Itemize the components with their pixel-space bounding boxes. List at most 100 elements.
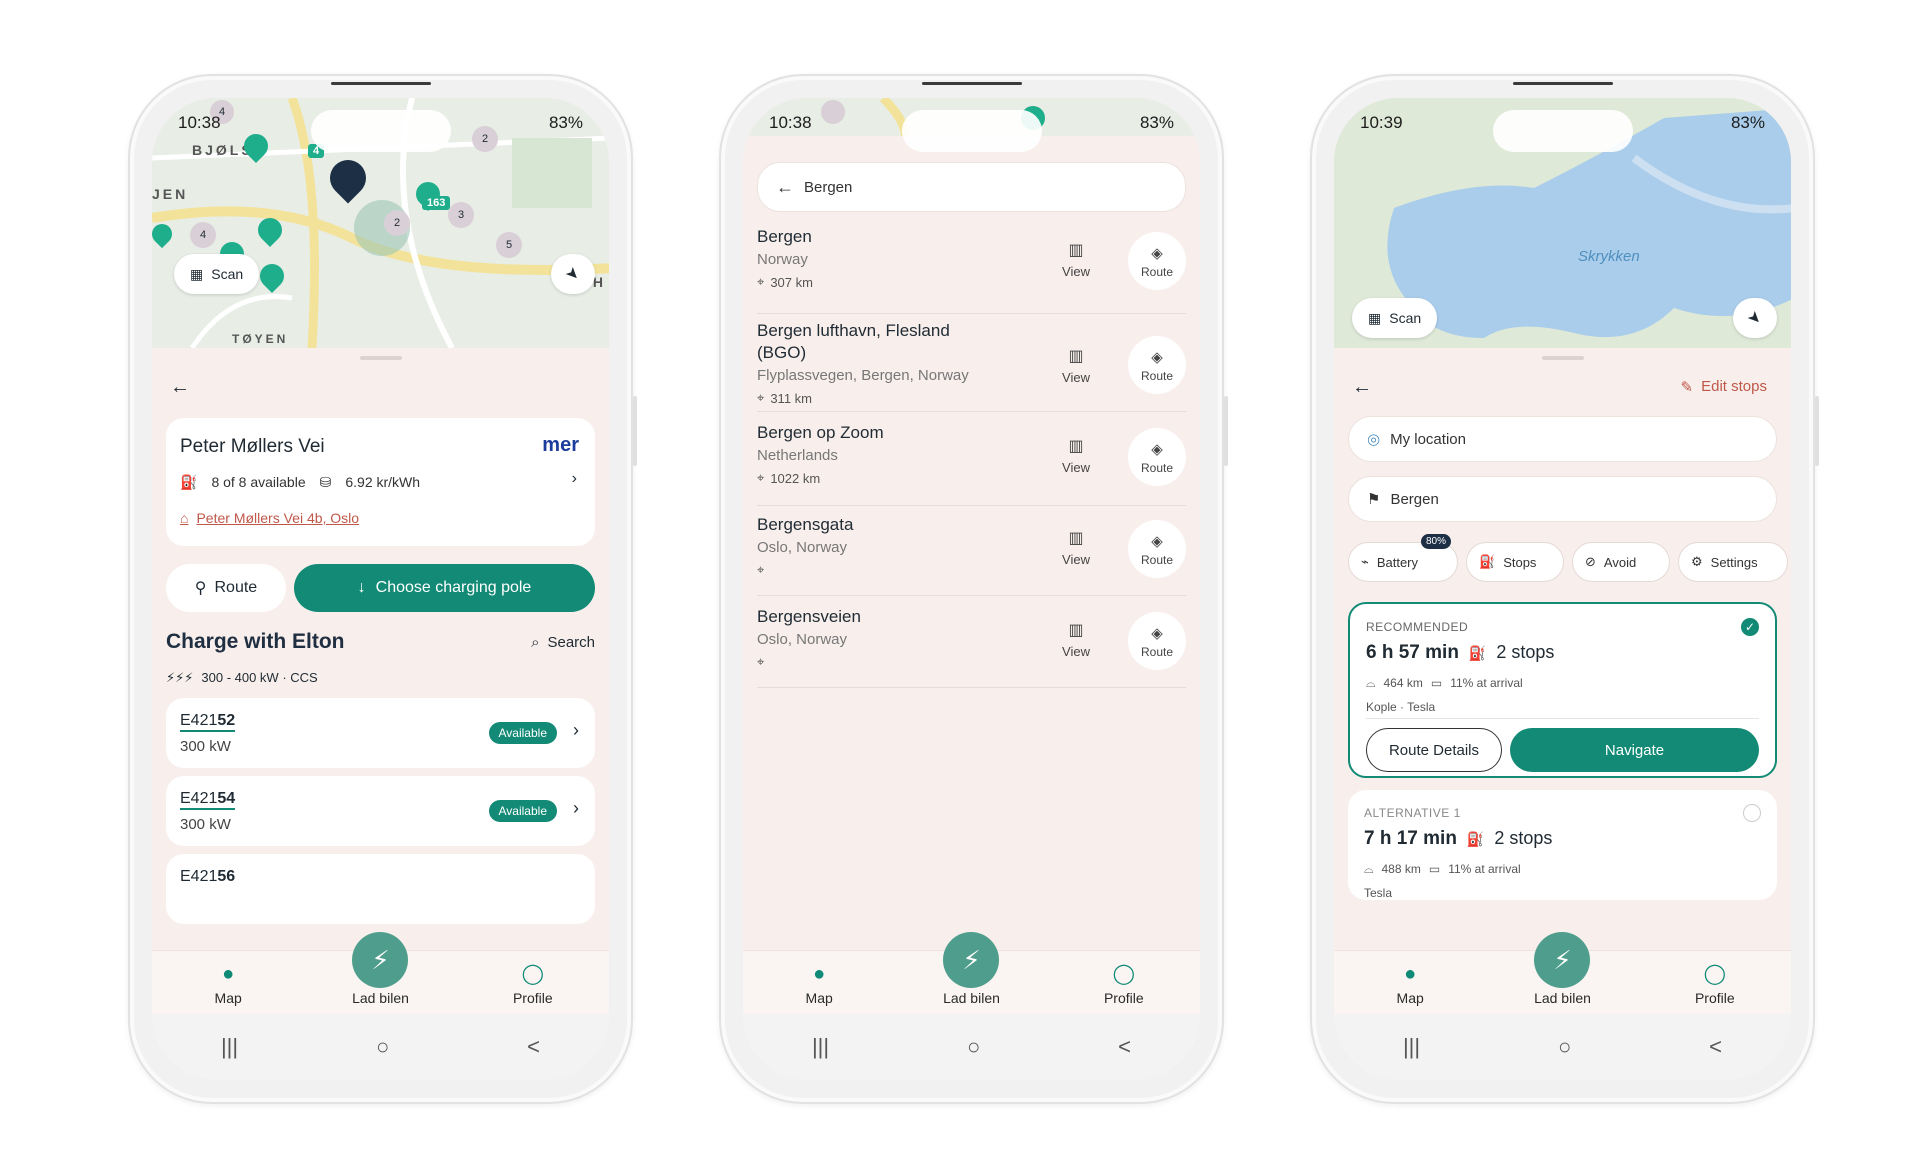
scan-button[interactable]: ▦ Scan bbox=[174, 254, 260, 294]
view-button[interactable]: ▥ View bbox=[1046, 346, 1106, 385]
nav-profile[interactable]: ◯ Profile bbox=[1069, 961, 1179, 1006]
chevron-right-icon[interactable]: › bbox=[573, 798, 579, 819]
home-button[interactable]: ○ bbox=[967, 1034, 980, 1060]
radio-icon[interactable] bbox=[1743, 804, 1761, 822]
scan-button[interactable]: ▦ Scan bbox=[1352, 298, 1438, 338]
edit-stops-button[interactable]: ✎ Edit stops bbox=[1681, 378, 1767, 396]
nav-map-label: Map bbox=[805, 990, 833, 1006]
route-option-recommended[interactable]: RECOMMENDED ✓ 6 h 57 min ⛽ 2 stops ⌓ 464 … bbox=[1348, 602, 1777, 778]
back-arrow-icon[interactable]: ← bbox=[1352, 376, 1372, 399]
avoid-option[interactable]: ⊘ Avoid bbox=[1572, 542, 1670, 582]
back-arrow-icon[interactable]: ← bbox=[776, 177, 794, 198]
nav-profile[interactable]: ◯ Profile bbox=[478, 961, 588, 1006]
map-label-area: TØYEN bbox=[232, 332, 289, 346]
lightning-icon[interactable]: ⚡ bbox=[352, 932, 409, 988]
cluster-marker[interactable]: 2 bbox=[384, 210, 410, 236]
nav-map[interactable]: ● Map bbox=[764, 963, 874, 1006]
back-button[interactable]: < bbox=[1118, 1034, 1131, 1060]
route-label: Route bbox=[1140, 264, 1174, 279]
back-button[interactable]: < bbox=[1709, 1034, 1722, 1060]
nav-lad-bilen[interactable]: ⚡ Lad bilen bbox=[916, 932, 1026, 1006]
recents-button[interactable]: ||| bbox=[1403, 1034, 1420, 1060]
result-subtitle: Oslo, Norway bbox=[757, 539, 848, 556]
home-button[interactable]: ○ bbox=[376, 1034, 389, 1060]
lightning-icon[interactable]: ⚡ bbox=[943, 932, 1000, 988]
route-label: Route bbox=[1140, 552, 1174, 567]
charger-icon: ⛽ bbox=[1468, 645, 1487, 661]
cluster-marker[interactable]: 5 bbox=[496, 232, 522, 258]
locate-button[interactable]: ➤ bbox=[1733, 298, 1777, 338]
nav-lad-bilen[interactable]: ⚡ Lad bilen bbox=[325, 932, 435, 1006]
chevron-right-icon[interactable]: › bbox=[572, 470, 577, 488]
availability-text: 8 of 8 available bbox=[211, 474, 306, 490]
view-button[interactable]: ▥ View bbox=[1046, 620, 1106, 659]
view-button[interactable]: ▥ View bbox=[1046, 528, 1106, 567]
back-button[interactable]: < bbox=[527, 1034, 540, 1060]
battery-option[interactable]: ⌁ Battery 80% bbox=[1348, 534, 1458, 582]
screen: Skrykken ▦ Scan ➤ 10:39 83% ← ✎ Edit stop… bbox=[1334, 98, 1791, 1080]
nav-map[interactable]: ● Map bbox=[173, 963, 283, 1006]
search-input[interactable]: ← Bergen bbox=[757, 162, 1186, 212]
locate-button[interactable]: ➤ bbox=[551, 254, 595, 294]
chevron-right-icon[interactable]: › bbox=[573, 720, 579, 741]
result-distance: ⌖ 307 km bbox=[757, 274, 1186, 290]
route-button[interactable]: ⚲ Route bbox=[166, 564, 286, 612]
sheet-handle[interactable] bbox=[359, 356, 402, 360]
recents-button[interactable]: ||| bbox=[221, 1034, 238, 1060]
route-option-alternative[interactable]: ALTERNATIVE 1 7 h 17 min ⛽ 2 stops ⌓ 488 … bbox=[1348, 790, 1777, 900]
recents-button[interactable]: ||| bbox=[812, 1034, 829, 1060]
brand-logo: mer bbox=[542, 434, 579, 456]
back-arrow-icon[interactable]: ← bbox=[170, 376, 190, 399]
flag-icon: ⚑ bbox=[1367, 491, 1381, 508]
map-pin-icon: ● bbox=[1404, 963, 1417, 985]
count-marker[interactable]: 163 bbox=[422, 196, 451, 210]
cluster-marker[interactable]: 4 bbox=[190, 222, 216, 248]
status-bar: 10:39 83% bbox=[1360, 112, 1765, 134]
result-subtitle: Netherlands bbox=[757, 447, 838, 464]
route-label: Route bbox=[214, 579, 258, 596]
pole-card[interactable]: E42156 bbox=[166, 854, 595, 924]
home-button[interactable]: ○ bbox=[1558, 1034, 1571, 1060]
pole-card[interactable]: E42154 300 kW Available › bbox=[166, 776, 595, 846]
route-button[interactable]: ◈ Route bbox=[1128, 232, 1186, 290]
directions-icon: ◈ bbox=[1151, 624, 1163, 642]
route-button[interactable]: ◈ Route bbox=[1128, 520, 1186, 578]
result-item[interactable]: Bergen lufthavn, Flesland (BGO) Flyplass… bbox=[757, 320, 1186, 412]
settings-option[interactable]: ⚙ Settings bbox=[1678, 542, 1788, 582]
nav-lad-bilen[interactable]: ⚡ Lad bilen bbox=[1507, 932, 1617, 1006]
station-card[interactable]: Peter Møllers Vei mer ⛽ 8 of 8 available … bbox=[166, 418, 595, 546]
result-item[interactable]: Bergen op Zoom Netherlands ⌖ 1022 km ▥ Vie… bbox=[757, 422, 1186, 506]
result-item[interactable]: Bergen Norway ⌖ 307 km ▥ View ◈ Route bbox=[757, 226, 1186, 314]
view-button[interactable]: ▥ View bbox=[1046, 240, 1106, 279]
address-link[interactable]: ⌂ Peter Møllers Vei 4b, Oslo bbox=[180, 510, 359, 526]
to-field[interactable]: ⚑ Bergen bbox=[1348, 476, 1777, 522]
nav-profile[interactable]: ◯ Profile bbox=[1660, 961, 1770, 1006]
result-title: Bergensveien bbox=[757, 607, 861, 626]
price-text: 6.92 kr/kWh bbox=[345, 474, 421, 490]
route-button[interactable]: ◈ Route bbox=[1128, 612, 1186, 670]
plug-icon: ⛽ bbox=[180, 474, 198, 490]
route-tag: RECOMMENDED bbox=[1366, 620, 1469, 634]
lightning-icon[interactable]: ⚡ bbox=[1534, 932, 1591, 988]
navigate-button[interactable]: Navigate bbox=[1510, 728, 1759, 772]
pole-power: 300 kW bbox=[180, 816, 231, 833]
route-button[interactable]: ◈ Route bbox=[1128, 428, 1186, 486]
view-button[interactable]: ▥ View bbox=[1046, 436, 1106, 475]
search-button[interactable]: ⌕ Search bbox=[531, 634, 595, 651]
result-item[interactable]: Bergensveien Oslo, Norway ⌖ ▥ View ◈ Route bbox=[757, 606, 1186, 688]
choose-pole-button[interactable]: ↓ Choose charging pole bbox=[294, 564, 595, 612]
station-meta: ⛽ 8 of 8 available ⛁ 6.92 kr/kWh bbox=[180, 474, 420, 491]
phone-search-results: 10:38 83% ← Bergen Bergen Norway ⌖ 307 km… bbox=[719, 74, 1228, 1104]
route-details-button[interactable]: Route Details bbox=[1366, 728, 1502, 772]
result-title: Bergensgata bbox=[757, 515, 854, 534]
pole-card[interactable]: E42152 300 kW Available › bbox=[166, 698, 595, 768]
stops-option[interactable]: ⛽ Stops bbox=[1466, 542, 1564, 582]
map-pin-icon: ⌖ bbox=[757, 274, 765, 289]
from-field[interactable]: ◎ My location bbox=[1348, 416, 1777, 462]
route-button[interactable]: ◈ Route bbox=[1128, 336, 1186, 394]
user-icon: ◯ bbox=[521, 963, 544, 985]
cluster-marker[interactable]: 3 bbox=[448, 202, 474, 228]
sheet-handle[interactable] bbox=[1541, 356, 1584, 360]
nav-map[interactable]: ● Map bbox=[1355, 963, 1465, 1006]
result-item[interactable]: Bergensgata Oslo, Norway ⌖ ▥ View ◈ Route bbox=[757, 514, 1186, 596]
